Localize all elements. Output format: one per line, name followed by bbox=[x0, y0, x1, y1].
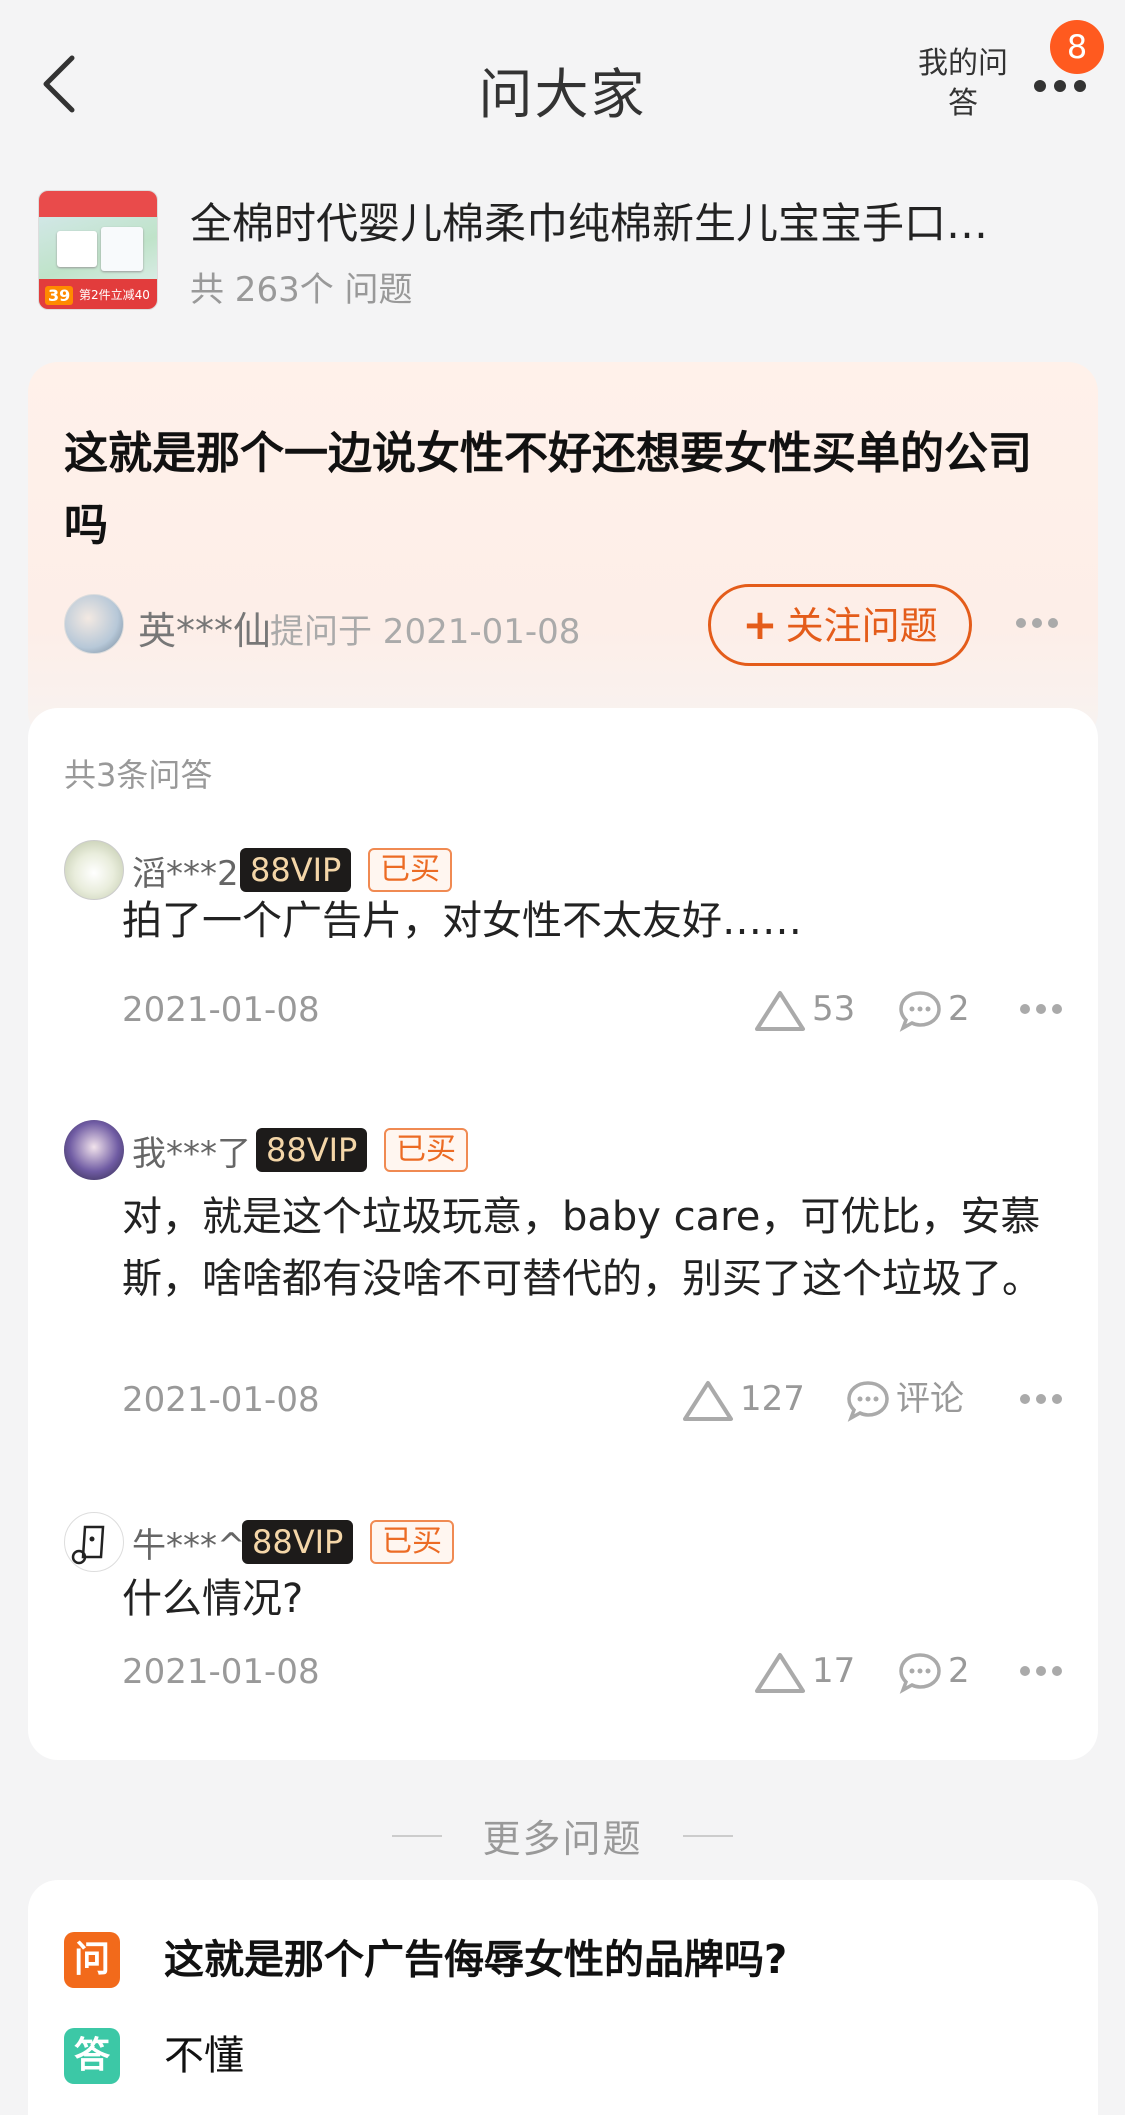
question-tag: 问 bbox=[64, 1932, 120, 1988]
my-answers-link[interactable]: 我的问答 bbox=[918, 44, 1008, 124]
product-summary[interactable]: 39 第2件立减40 全棉时代婴儿棉柔巾纯棉新生儿宝宝手口… 共 263个 问题 bbox=[38, 190, 1088, 310]
question-card: 这就是那个一边说女性不好还想要女性买单的公司吗 英***仙 提问于 2021-0… bbox=[28, 362, 1098, 742]
comment-bubble-icon bbox=[847, 1380, 889, 1422]
answers-card: 共3条问答 滔***2 88VIP 已买 拍了一个广告片，对女性不太友好…… 2… bbox=[28, 708, 1098, 1760]
answer-text: 对，就是这个垃圾玩意，baby care，可优比，安慕斯，啥啥都有没啥不可替代的… bbox=[122, 1194, 1042, 1302]
answer-item: 牛***^ 88VIP 已买 什么情况? 2021-01-08 17 2 bbox=[28, 1512, 1098, 1732]
comment-button[interactable]: 评论 bbox=[846, 1374, 964, 1424]
like-button[interactable]: 53 bbox=[754, 984, 855, 1034]
more-question-row[interactable]: 问 这就是那个广告侮辱女性的品牌吗? bbox=[64, 1932, 1064, 1992]
asked-date: 提问于 2021-01-08 bbox=[270, 612, 581, 652]
more-dot bbox=[1048, 618, 1058, 628]
answerer-name: 牛***^ bbox=[132, 1526, 246, 1566]
answer-more-button[interactable] bbox=[1020, 1666, 1064, 1678]
vip-badge: 88VIP bbox=[242, 1520, 354, 1564]
more-dot bbox=[1074, 80, 1086, 92]
follow-label: 关注问题 bbox=[785, 604, 938, 648]
comment-bubble-icon bbox=[899, 1652, 941, 1694]
thumb-promo-text: 第2件立减40 bbox=[79, 288, 150, 302]
more-answer-row[interactable]: 答 不懂 bbox=[64, 2028, 1064, 2088]
bought-badge: 已买 bbox=[384, 1128, 468, 1172]
more-dot bbox=[1052, 1394, 1062, 1404]
like-count: 53 bbox=[812, 989, 856, 1029]
product-name[interactable]: 全棉时代婴儿棉柔巾纯棉新生儿宝宝手口… bbox=[190, 190, 1090, 251]
more-dots-icon bbox=[1034, 80, 1046, 92]
answerer-avatar bbox=[64, 1120, 124, 1180]
answer-text: 拍了一个广告片，对女性不太友好…… bbox=[122, 898, 802, 944]
top-nav-bar: 问大家 我的问答 8 bbox=[0, 0, 1125, 170]
question-title: 这就是那个一边说女性不好还想要女性买单的公司吗 bbox=[64, 428, 1032, 551]
like-count: 17 bbox=[812, 1651, 856, 1691]
more-dots-icon bbox=[1016, 618, 1026, 628]
comment-button[interactable]: 2 bbox=[898, 1646, 970, 1696]
more-question-text: 这就是那个广告侮辱女性的品牌吗? bbox=[164, 1937, 788, 1983]
more-question-card[interactable]: 问 这就是那个广告侮辱女性的品牌吗? 答 不懂 bbox=[28, 1880, 1098, 2115]
comment-count: 2 bbox=[948, 989, 970, 1029]
answerer-name: 滔***2 bbox=[132, 854, 239, 894]
asker-avatar bbox=[64, 594, 124, 654]
notification-badge: 8 bbox=[1050, 20, 1104, 74]
vip-badge: 88VIP bbox=[256, 1128, 368, 1172]
comment-button[interactable]: 2 bbox=[898, 984, 970, 1034]
answer-item: 滔***2 88VIP 已买 拍了一个广告片，对女性不太友好…… 2021-01… bbox=[28, 840, 1098, 1100]
like-triangle-icon bbox=[755, 990, 805, 1031]
answer-tag: 答 bbox=[64, 2028, 120, 2084]
comment-label: 评论 bbox=[896, 1379, 964, 1419]
divider-line bbox=[682, 1834, 733, 1837]
more-answer-text: 不懂 bbox=[164, 2033, 244, 2079]
follow-question-button[interactable]: + 关注问题 bbox=[708, 584, 972, 666]
more-dots-icon bbox=[1020, 1394, 1030, 1404]
like-count: 127 bbox=[740, 1379, 805, 1419]
answers-count: 共3条问答 bbox=[64, 756, 213, 794]
comment-bubble-icon bbox=[899, 990, 941, 1032]
plus-icon: + bbox=[742, 600, 778, 649]
more-dot bbox=[1036, 1394, 1046, 1404]
bought-badge: 已买 bbox=[370, 1520, 454, 1564]
answer-more-button[interactable] bbox=[1020, 1004, 1064, 1016]
thumb-product-box bbox=[57, 231, 97, 267]
like-triangle-icon bbox=[755, 1652, 805, 1693]
comment-count: 2 bbox=[948, 1651, 970, 1691]
more-dot bbox=[1054, 80, 1066, 92]
bought-badge: 已买 bbox=[368, 848, 452, 892]
answerer-name: 我***了 bbox=[132, 1134, 251, 1174]
divider-line bbox=[392, 1834, 443, 1837]
page: 问大家 我的问答 8 39 第2件立减40 全棉时代婴儿棉柔巾纯棉新生儿宝宝手口… bbox=[0, 0, 1125, 2115]
more-dot bbox=[1032, 618, 1042, 628]
thumb-price: 39 bbox=[45, 286, 74, 305]
answer-date: 2021-01-08 bbox=[122, 1652, 320, 1692]
more-dot bbox=[1036, 1004, 1046, 1014]
vip-badge: 88VIP bbox=[240, 848, 352, 892]
answer-date: 2021-01-08 bbox=[122, 1380, 320, 1420]
more-dot bbox=[1036, 1666, 1046, 1676]
answerer-avatar bbox=[64, 840, 124, 900]
question-count: 共 263个 问题 bbox=[190, 270, 413, 310]
question-more-button[interactable] bbox=[1016, 618, 1060, 632]
like-button[interactable]: 17 bbox=[754, 1646, 855, 1696]
more-questions-label: 更多问题 bbox=[482, 1817, 643, 1861]
thumb-product-box bbox=[101, 227, 143, 271]
answer-item: 我***了 88VIP 已买 对，就是这个垃圾玩意，baby care，可优比，… bbox=[28, 1120, 1098, 1422]
answer-text: 什么情况? bbox=[122, 1576, 304, 1622]
like-button[interactable]: 127 bbox=[682, 1374, 805, 1424]
more-dot bbox=[1052, 1666, 1062, 1676]
more-questions-divider: 更多问题 bbox=[0, 1808, 1125, 1861]
answer-date: 2021-01-08 bbox=[122, 990, 320, 1030]
like-triangle-icon bbox=[683, 1380, 733, 1421]
product-thumbnail[interactable]: 39 第2件立减40 bbox=[38, 190, 158, 310]
doodle-avatar-icon bbox=[71, 1525, 105, 1565]
answerer-avatar bbox=[64, 1512, 124, 1572]
more-dots-icon bbox=[1020, 1666, 1030, 1676]
thumb-banner bbox=[39, 191, 157, 217]
asker-name: 英***仙 bbox=[138, 609, 272, 653]
answer-more-button[interactable] bbox=[1020, 1394, 1064, 1406]
more-dots-icon bbox=[1020, 1004, 1030, 1014]
more-dot bbox=[1052, 1004, 1062, 1014]
